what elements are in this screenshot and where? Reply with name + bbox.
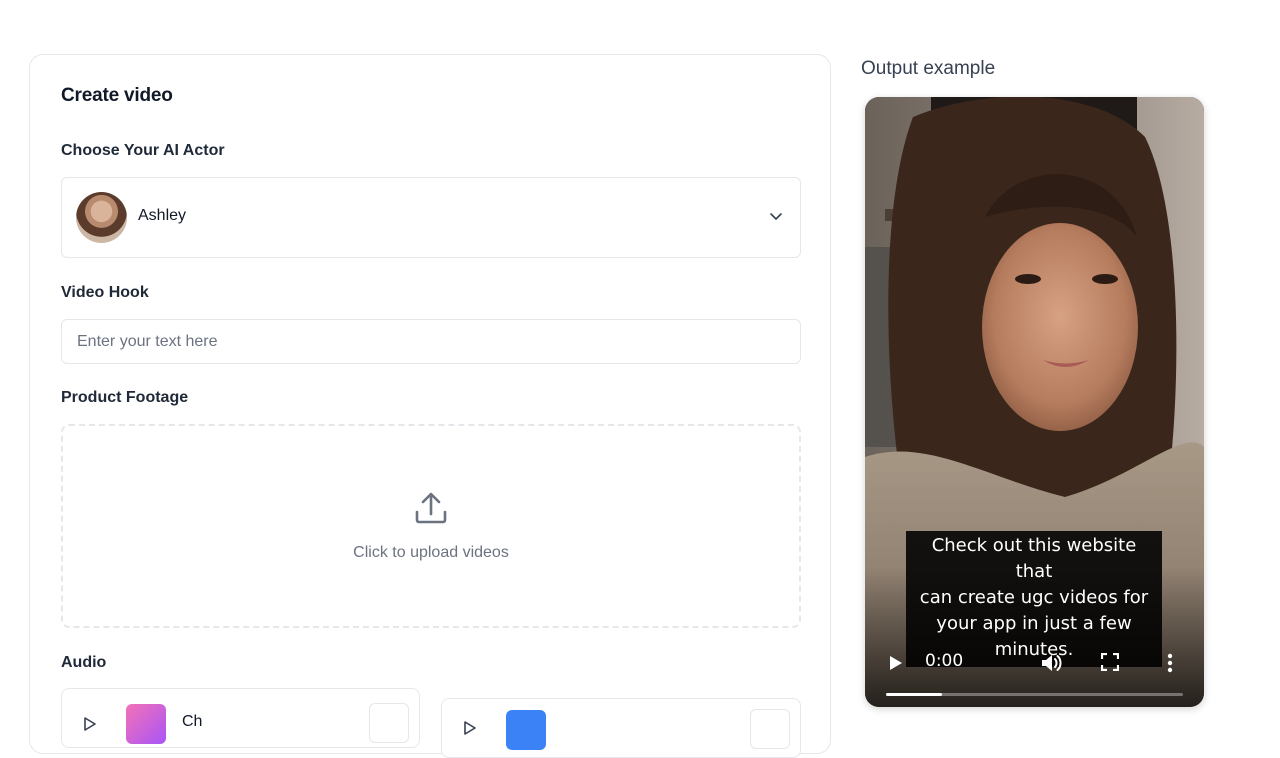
output-video[interactable]: Check out this website that can create u… xyxy=(865,97,1204,707)
audio-thumbnail xyxy=(506,710,546,750)
audio-label: Audio xyxy=(61,654,107,671)
avatar xyxy=(76,192,127,243)
upload-dropzone[interactable]: Click to upload videos xyxy=(61,424,801,628)
actor-select[interactable]: Ashley xyxy=(61,177,801,258)
audio-item[interactable]: Ch xyxy=(61,688,420,748)
play-icon[interactable] xyxy=(889,655,903,671)
more-vertical-icon[interactable] xyxy=(1167,653,1173,673)
upload-icon xyxy=(415,492,447,524)
actor-label: Choose Your AI Actor xyxy=(61,142,225,159)
hook-input[interactable] xyxy=(61,319,801,364)
actor-name: Ashley xyxy=(138,207,187,224)
subtitle-line: Check out this website that xyxy=(931,535,1137,582)
fullscreen-icon[interactable] xyxy=(1101,653,1119,671)
upload-text: Click to upload videos xyxy=(353,544,509,561)
progress-fill xyxy=(886,693,943,696)
video-controls: 0:00 xyxy=(865,615,1204,707)
time-readout: 0:00 xyxy=(925,651,964,671)
create-video-card: Create video Choose Your AI Actor Ashley… xyxy=(29,54,831,758)
hook-label: Video Hook xyxy=(61,284,149,301)
chevron-down-icon xyxy=(770,213,782,220)
output-title: Output example xyxy=(861,58,996,79)
play-icon[interactable] xyxy=(464,721,476,735)
volume-icon[interactable] xyxy=(1041,653,1063,673)
card-title: Create video xyxy=(61,85,173,106)
progress-bar[interactable] xyxy=(886,693,1183,696)
audio-select-button[interactable] xyxy=(750,709,790,749)
footage-label: Product Footage xyxy=(61,389,189,406)
audio-item[interactable] xyxy=(441,698,801,758)
audio-select-button[interactable] xyxy=(369,703,409,743)
audio-name: Ch xyxy=(182,713,203,730)
audio-thumbnail xyxy=(126,704,166,744)
play-icon[interactable] xyxy=(84,717,96,731)
subtitle-line: can create ugc videos for xyxy=(919,587,1149,608)
